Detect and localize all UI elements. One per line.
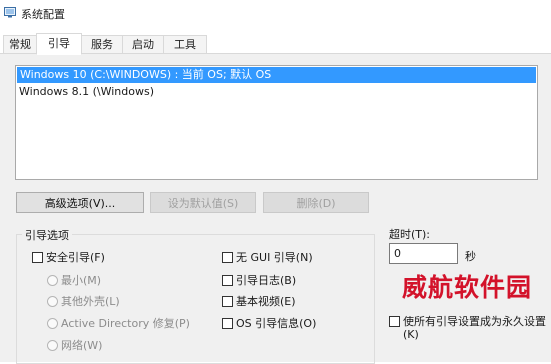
timeout-input[interactable]: 0	[389, 243, 458, 264]
boot-log-label: 引导日志(B)	[236, 274, 297, 287]
tab-boot[interactable]: 引导	[36, 33, 82, 55]
no-gui-boot-checkbox[interactable]	[222, 252, 233, 263]
os-boot-info-checkbox[interactable]	[222, 318, 233, 329]
window-title: 系统配置	[21, 8, 65, 21]
network-radio[interactable]	[47, 340, 58, 351]
set-default-button[interactable]: 设为默认值(S)	[150, 192, 256, 213]
timeout-label: 超时(T):	[389, 228, 431, 241]
os-list-item[interactable]: Windows 8.1 (\Windows)	[16, 84, 537, 100]
delete-button[interactable]: 删除(D)	[263, 192, 369, 213]
no-gui-boot-option[interactable]: 无 GUI 引导(N)	[222, 251, 313, 265]
os-boot-info-label: OS 引导信息(O)	[236, 317, 317, 330]
base-video-option[interactable]: 基本视频(E)	[222, 295, 296, 309]
no-gui-boot-label: 无 GUI 引导(N)	[236, 251, 313, 264]
tab-startup[interactable]: 启动	[122, 35, 164, 53]
alternate-shell-radio[interactable]	[47, 296, 58, 307]
make-permanent-label: 使所有引导设置成为永久设置(K)	[403, 315, 546, 341]
os-boot-info-option[interactable]: OS 引导信息(O)	[222, 317, 316, 331]
boot-options-label: 引导选项	[22, 227, 72, 243]
tab-services[interactable]: 服务	[81, 35, 123, 53]
minimal-option[interactable]: 最小(M)	[47, 274, 101, 288]
boot-tab-panel: Windows 10 (C:\WINDOWS) : 当前 OS; 默认 OS W…	[0, 54, 551, 364]
os-list-item-selected[interactable]: Windows 10 (C:\WINDOWS) : 当前 OS; 默认 OS	[17, 67, 536, 83]
tab-tools[interactable]: 工具	[163, 35, 207, 53]
tab-strip: 常规 引导 服务 启动 工具	[0, 33, 551, 55]
ad-repair-label: Active Directory 修复(P)	[61, 317, 190, 330]
ad-repair-option[interactable]: Active Directory 修复(P)	[47, 317, 190, 331]
safe-boot-label: 安全引导(F)	[46, 251, 105, 264]
msconfig-app-icon	[4, 7, 16, 18]
minimal-radio[interactable]	[47, 275, 58, 286]
make-permanent-checkbox[interactable]	[389, 316, 400, 327]
safe-boot-option[interactable]: 安全引导(F)	[32, 251, 105, 265]
advanced-options-button[interactable]: 高级选项(V)...	[16, 192, 144, 213]
watermark-logo: 威航软件园	[402, 273, 533, 302]
ad-repair-radio[interactable]	[47, 318, 58, 329]
boot-log-option[interactable]: 引导日志(B)	[222, 274, 296, 288]
alternate-shell-label: 其他外壳(L)	[61, 295, 120, 308]
tab-general[interactable]: 常规	[3, 35, 37, 53]
os-list[interactable]: Windows 10 (C:\WINDOWS) : 当前 OS; 默认 OS W…	[15, 65, 538, 180]
network-option[interactable]: 网络(W)	[47, 339, 102, 353]
boot-log-checkbox[interactable]	[222, 275, 233, 286]
network-label: 网络(W)	[61, 339, 103, 352]
title-bar: 系统配置	[0, 0, 551, 26]
alternate-shell-option[interactable]: 其他外壳(L)	[47, 295, 120, 309]
base-video-checkbox[interactable]	[222, 296, 233, 307]
safe-boot-checkbox[interactable]	[32, 252, 43, 263]
minimal-label: 最小(M)	[61, 274, 102, 287]
base-video-label: 基本视频(E)	[236, 295, 296, 308]
timeout-unit: 秒	[465, 250, 476, 263]
